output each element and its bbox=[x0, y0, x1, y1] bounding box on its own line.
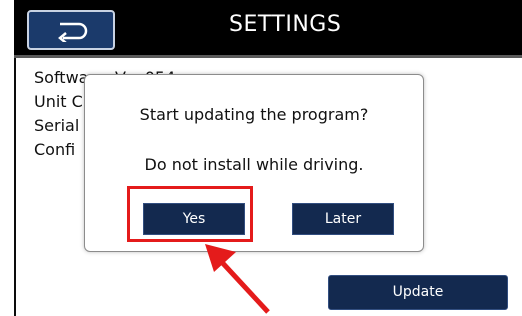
highlight-box bbox=[127, 186, 253, 242]
return-arrow-icon bbox=[58, 22, 88, 42]
update-button[interactable]: Update bbox=[328, 275, 508, 310]
page-title: SETTINGS bbox=[229, 12, 342, 37]
dialog-warning: Do not install while driving. bbox=[144, 155, 364, 174]
dialog-message: Start updating the program? bbox=[139, 105, 369, 124]
back-button[interactable] bbox=[27, 10, 115, 50]
later-button[interactable]: Later bbox=[292, 203, 394, 235]
pointer-arrow-icon bbox=[205, 244, 270, 314]
